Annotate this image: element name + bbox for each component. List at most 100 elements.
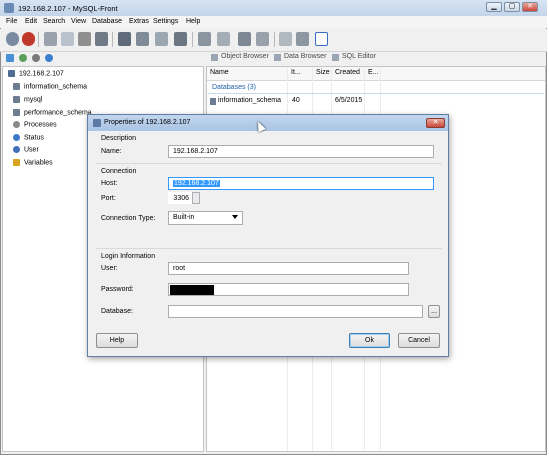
tab-data-browser[interactable]: Data Browser — [284, 53, 326, 60]
name-input[interactable]: 192.168.2.107 — [168, 145, 434, 158]
row-name: information_schema — [218, 97, 282, 104]
chevron-down-icon[interactable] — [232, 215, 238, 219]
tab-sql-editor[interactable]: SQL Editor — [342, 53, 376, 60]
menu-extras[interactable]: Extras — [129, 18, 149, 25]
database-label: Database: — [101, 308, 133, 315]
close-button[interactable]: ✕ — [522, 2, 538, 12]
tree-item-label: performance_schema — [24, 109, 92, 117]
tree-item-user[interactable]: User — [13, 146, 39, 158]
database-icon — [13, 83, 20, 90]
data-browser-icon — [274, 54, 281, 61]
description-section-label: Description — [101, 135, 137, 142]
menu-file[interactable]: File — [6, 18, 17, 25]
export-icon[interactable] — [238, 32, 251, 46]
grid-icon[interactable] — [155, 32, 168, 46]
tree-item-label: Variables — [24, 159, 53, 167]
help-button[interactable]: Help — [96, 333, 138, 348]
toolbar-separator — [112, 32, 113, 47]
remove-table-icon[interactable] — [174, 32, 187, 46]
cancel-button[interactable]: Cancel — [398, 333, 440, 348]
replace-icon[interactable] — [296, 32, 309, 46]
gear-icon — [13, 121, 20, 128]
paste-icon[interactable] — [78, 32, 91, 46]
tree-item-label: mysql — [24, 96, 43, 104]
redacted-password — [170, 285, 214, 295]
browse-database-button[interactable]: ... — [428, 305, 440, 318]
toolbar-separator — [192, 32, 193, 47]
import-icon[interactable] — [217, 32, 230, 46]
password-input[interactable] — [168, 283, 409, 296]
row-created: 6/5/2015 — [335, 97, 363, 104]
name-label: Name: — [101, 148, 122, 155]
row-items: 40 — [292, 97, 300, 104]
group-label: Databases (3) — [212, 84, 256, 91]
nav-forward-icon[interactable] — [32, 54, 40, 62]
column-header-name[interactable]: Name — [210, 69, 229, 76]
tree-item-label: information_schema — [24, 83, 88, 91]
minimize-button[interactable]: ▁ — [486, 2, 502, 12]
database-icon — [13, 109, 20, 116]
port-input[interactable]: 3306 — [168, 192, 192, 204]
tab-object-browser[interactable]: Object Browser — [221, 53, 269, 60]
menu-view[interactable]: View — [71, 18, 86, 25]
tools-icon[interactable] — [198, 32, 211, 46]
host-input-selection: 192.168.2.107 — [173, 180, 220, 187]
menu-database[interactable]: Database — [92, 18, 122, 25]
column-header-created[interactable]: Created — [335, 69, 360, 76]
menu-settings[interactable]: Settings — [153, 18, 178, 25]
refresh-icon[interactable] — [6, 32, 19, 46]
host-input[interactable]: 192.168.2.107 — [168, 177, 434, 190]
tree-item-information-schema[interactable]: information_schema — [13, 83, 87, 95]
nav-tree-icon[interactable] — [6, 54, 14, 62]
user-input[interactable]: root — [168, 262, 409, 275]
checklist-icon[interactable] — [315, 32, 328, 46]
tree-item-label: Status — [24, 134, 44, 142]
toolbar-separator — [274, 32, 275, 47]
login-section-label: Login Information — [101, 253, 156, 260]
dialog-close-button[interactable]: ✕ — [426, 118, 445, 128]
toolbar-separator — [38, 32, 39, 47]
ok-button[interactable]: Ok — [349, 333, 390, 348]
maximize-button[interactable]: ▢ — [504, 2, 520, 12]
connection-type-value: Built-in — [173, 214, 195, 221]
object-browser-icon — [211, 54, 218, 61]
stop-icon[interactable] — [22, 32, 35, 46]
nav-history-icon[interactable] — [45, 54, 53, 62]
menu-search[interactable]: Search — [43, 18, 65, 25]
search-icon[interactable] — [279, 32, 292, 46]
tree-root[interactable]: 192.168.2.107 — [8, 70, 64, 82]
column-header-size[interactable]: Size — [316, 69, 330, 76]
host-label: Host: — [101, 180, 118, 187]
tree-item-mysql[interactable]: mysql — [13, 96, 42, 108]
copy-icon[interactable] — [61, 32, 74, 46]
tree-item-variables[interactable]: Variables — [13, 159, 53, 171]
transfer-icon[interactable] — [256, 32, 269, 46]
server-icon — [8, 70, 15, 77]
delete-icon[interactable] — [95, 32, 108, 46]
table-row[interactable]: information_schema 40 6/5/2015 — [208, 96, 544, 108]
nav-back-icon[interactable] — [19, 54, 27, 62]
column-header-items[interactable]: It... — [291, 69, 301, 76]
database-input[interactable] — [168, 305, 423, 318]
connection-type-label: Connection Type: — [101, 215, 156, 222]
tree-item-label: Processes — [24, 121, 57, 129]
window-title: 192.168.2.107 - MySQL-Front — [18, 4, 118, 13]
password-label: Password: — [101, 286, 134, 293]
user-icon — [13, 146, 20, 153]
table-icon[interactable] — [136, 32, 149, 46]
tree-item-processes[interactable]: Processes — [13, 121, 57, 133]
tree-item-performance-schema[interactable]: performance_schema — [13, 109, 92, 121]
info-icon — [13, 134, 20, 141]
database-icon — [13, 96, 20, 103]
cut-icon[interactable] — [44, 32, 57, 46]
menu-edit[interactable]: Edit — [25, 18, 37, 25]
menu-help[interactable]: Help — [186, 18, 200, 25]
column-header-extra[interactable]: E... — [368, 69, 379, 76]
tree-item-status[interactable]: Status — [13, 134, 44, 146]
port-stepper[interactable] — [192, 192, 200, 204]
tree-root-label: 192.168.2.107 — [19, 70, 64, 78]
database-icon[interactable] — [118, 32, 131, 46]
port-label: Port: — [101, 195, 116, 202]
database-icon — [210, 98, 216, 105]
app-icon[interactable] — [4, 3, 14, 13]
